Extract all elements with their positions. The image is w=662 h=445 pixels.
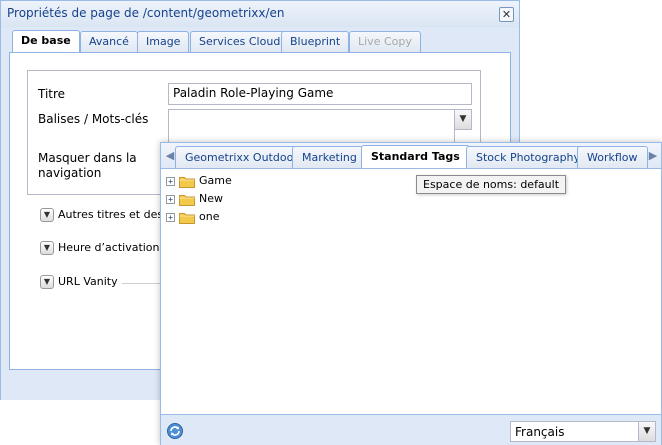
section-activation-time[interactable]: ▼ Heure d’activation / d [40, 241, 177, 257]
section-other-titles[interactable]: ▼ Autres titres et descr [40, 208, 174, 224]
section-url-vanity[interactable]: ▼ URL Vanity [40, 275, 170, 291]
tab-image[interactable]: Image [137, 31, 190, 52]
dialog-tabstrip: De base Avancé Image Services Cloud Blue… [9, 30, 511, 53]
tab-avance[interactable]: Avancé [80, 31, 138, 52]
tab-live-copy: Live Copy [349, 31, 421, 52]
tab-blueprint[interactable]: Blueprint [281, 31, 350, 52]
chevron-down-icon[interactable]: ▼ [454, 109, 472, 130]
tag-picker-popup: ◀ Geometrixx Outdoors Marketing Standard… [160, 142, 662, 445]
dialog-title: Propriétés de page de /content/geometrix… [7, 6, 285, 20]
section-label: Autres titres et descr [58, 208, 174, 221]
section-label: URL Vanity [58, 275, 118, 288]
tag-namespace-tabstrip: ◀ Geometrixx Outdoors Marketing Standard… [161, 143, 661, 169]
plus-icon[interactable]: + [166, 213, 175, 222]
tab-de-base[interactable]: De base [12, 30, 80, 53]
tree-label: Game [199, 174, 232, 187]
chevron-down-icon[interactable]: ▼ [40, 241, 54, 255]
folder-icon [179, 213, 195, 224]
chevron-down-icon[interactable]: ▼ [40, 208, 54, 222]
hide-in-nav-label: Masquer dans la navigation [38, 151, 137, 180]
tags-input[interactable] [168, 109, 455, 143]
tags-label: Balises / Mots-clés [38, 112, 149, 126]
folder-icon [179, 195, 195, 206]
tab-marketing[interactable]: Marketing [292, 146, 367, 168]
plus-icon[interactable]: + [166, 195, 175, 204]
scroll-right-icon[interactable]: ▶ [647, 149, 659, 163]
tab-standard-tags[interactable]: Standard Tags [361, 145, 470, 168]
folder-icon [179, 177, 195, 188]
language-value: Français [515, 425, 565, 439]
tab-workflow[interactable]: Workflow [577, 146, 648, 168]
refresh-icon[interactable] [166, 422, 184, 440]
chevron-down-icon[interactable]: ▼ [40, 275, 54, 289]
tab-services-cloud[interactable]: Services Cloud [190, 31, 290, 52]
tag-picker-footer: Français ▼ [161, 414, 661, 445]
language-select[interactable]: Français ▼ [510, 421, 656, 442]
tab-stock-photography[interactable]: Stock Photography [466, 146, 591, 168]
title-input[interactable]: Paladin Role-Playing Game [168, 83, 472, 105]
section-divider [122, 283, 162, 284]
plus-icon[interactable]: + [166, 177, 175, 186]
dialog-header[interactable]: Propriétés de page de /content/geometrix… [1, 1, 519, 27]
close-icon[interactable]: ✕ [499, 7, 514, 22]
tree-label: one [199, 210, 220, 223]
chevron-down-icon[interactable]: ▼ [638, 422, 655, 441]
tree-label: New [199, 192, 223, 205]
namespace-tooltip: Espace de noms: default [416, 175, 567, 194]
title-label: Titre [38, 87, 66, 101]
